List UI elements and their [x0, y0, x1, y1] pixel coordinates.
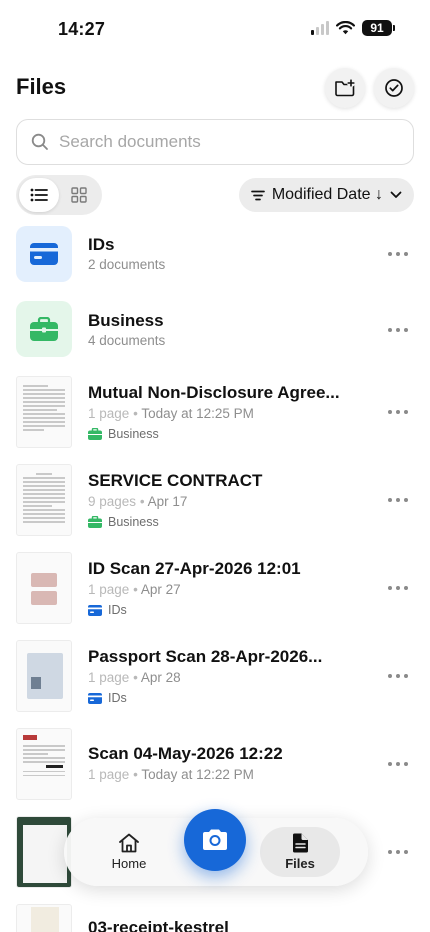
list-view-button[interactable] [19, 178, 59, 212]
document-row[interactable]: ID Scan 27-Apr-2026 12:01 1 page • Apr 2… [0, 552, 430, 624]
sort-button[interactable]: Modified Date ↓ [238, 178, 414, 212]
more-options-button[interactable] [388, 497, 408, 503]
document-title: Scan 04-May-2026 12:22 [88, 744, 283, 763]
search-placeholder: Search documents [59, 132, 201, 151]
document-row[interactable]: 03-receipt-kestrel [0, 904, 430, 932]
document-meta: 1 page • Apr 28 [88, 670, 181, 685]
document-thumbnail [16, 376, 72, 448]
cellular-signal-icon [311, 21, 329, 35]
tab-home[interactable]: Home [89, 827, 169, 877]
document-title: 03-receipt-kestrel [88, 918, 229, 932]
document-thumbnail [16, 640, 72, 712]
folder-tag: Business [88, 515, 159, 529]
document-row[interactable]: SERVICE CONTRACT 9 pages • Apr 17 Busine… [0, 464, 430, 536]
search-icon [31, 133, 48, 150]
document-thumbnail [16, 728, 72, 800]
checkmark-circle-icon [385, 79, 403, 97]
document-row[interactable]: Scan 04-May-2026 12:22 1 page • Today at… [0, 728, 430, 800]
folder-thumbnail [16, 226, 72, 282]
document-title: SERVICE CONTRACT [88, 471, 263, 490]
folder-row-ids[interactable]: IDs 2 documents [0, 226, 430, 286]
document-meta: 9 pages • Apr 17 [88, 494, 188, 509]
id-card-icon [88, 692, 102, 704]
id-card-icon [30, 243, 58, 265]
sort-label: Modified Date ↓ [271, 186, 383, 203]
folder-count: 4 documents [88, 333, 166, 348]
document-meta: 1 page • Apr 27 [88, 582, 181, 597]
folder-title: IDs [88, 235, 115, 254]
id-card-icon [88, 604, 102, 616]
briefcase-icon [30, 317, 58, 341]
document-thumbnail [16, 552, 72, 624]
folder-thumbnail [16, 301, 72, 357]
folder-tag: Business [88, 427, 159, 441]
document-thumbnail [16, 904, 72, 932]
grid-icon [71, 187, 87, 203]
tab-files-label: Files [285, 856, 315, 871]
folder-title: Business [88, 311, 164, 330]
briefcase-icon [88, 428, 102, 440]
more-options-button[interactable] [388, 849, 408, 855]
folder-row-business[interactable]: Business 4 documents [0, 301, 430, 361]
briefcase-icon [88, 516, 102, 528]
more-options-button[interactable] [388, 761, 408, 767]
view-toggle [16, 175, 102, 215]
document-title: Passport Scan 28-Apr-2026... [88, 647, 323, 666]
tab-home-label: Home [111, 856, 147, 871]
page-title: Files [16, 74, 67, 99]
document-icon [292, 833, 308, 853]
new-folder-button[interactable] [325, 68, 365, 108]
document-title: ID Scan 27-Apr-2026 12:01 [88, 559, 301, 578]
document-title: Mutual Non-Disclosure Agree... [88, 383, 340, 402]
sort-lines-icon [250, 190, 265, 200]
document-row[interactable]: Passport Scan 28-Apr-2026... 1 page • Ap… [0, 640, 430, 712]
grid-view-button[interactable] [59, 178, 99, 212]
select-button[interactable] [374, 68, 414, 108]
wifi-icon [336, 21, 355, 35]
status-indicators: 91 [311, 20, 395, 36]
scan-camera-button[interactable] [184, 809, 246, 871]
document-meta: 1 page • Today at 12:25 PM [88, 406, 254, 421]
folder-tag: IDs [88, 603, 127, 617]
battery-indicator: 91 [362, 20, 395, 36]
more-options-button[interactable] [388, 673, 408, 679]
chevron-down-icon [390, 191, 402, 198]
status-bar: 14:27 91 [0, 0, 430, 58]
folder-count: 2 documents [88, 257, 166, 272]
folder-add-icon [335, 79, 355, 97]
folder-tag: IDs [88, 691, 127, 705]
camera-icon [203, 829, 227, 850]
home-icon [119, 833, 139, 853]
search-input[interactable]: Search documents [16, 119, 414, 165]
document-row[interactable]: Mutual Non-Disclosure Agree... 1 page • … [0, 376, 430, 448]
status-time: 14:27 [58, 19, 106, 39]
more-options-button[interactable] [388, 585, 408, 591]
more-options-button[interactable] [388, 409, 408, 415]
document-meta: 1 page • Today at 12:22 PM [88, 767, 254, 782]
tab-files[interactable]: Files [260, 827, 340, 877]
list-icon [30, 188, 48, 202]
document-thumbnail [16, 464, 72, 536]
more-options-button[interactable] [388, 251, 408, 257]
more-options-button[interactable] [388, 327, 408, 333]
